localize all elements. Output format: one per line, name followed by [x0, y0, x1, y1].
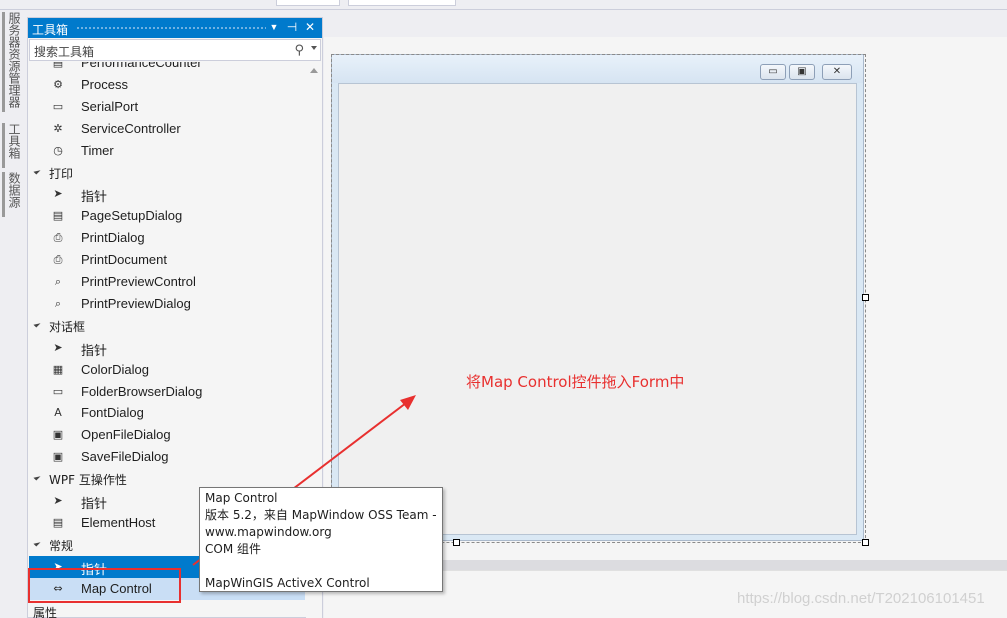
tooltip-line: 版本 5.2，来自 MapWindow OSS Team - — [205, 508, 437, 522]
tooltip-line: COM 组件 — [205, 542, 261, 556]
map-control-tooltip: Map Control 版本 5.2，来自 MapWindow OSS Team … — [199, 487, 443, 592]
properties-tab[interactable]: 属性 — [33, 604, 57, 618]
watermark: https://blog.csdn.net/T202106101451 — [737, 590, 985, 607]
tooltip-line: Map Control — [205, 491, 278, 505]
annotation-text: 将Map Control控件拖入Form中 — [466, 373, 685, 391]
tooltip-line: www.mapwindow.org — [205, 525, 332, 539]
annotation-arrow — [192, 395, 416, 566]
tooltip-line: MapWinGIS ActiveX Control — [205, 576, 370, 590]
tooltip-line — [205, 558, 437, 575]
